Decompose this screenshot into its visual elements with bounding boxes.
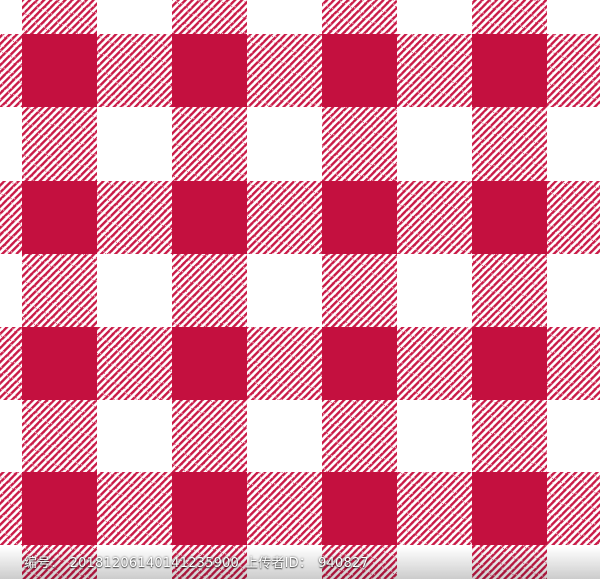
solid-check-square (472, 34, 547, 107)
watermark-logo (435, 124, 455, 155)
solid-check-square (22, 181, 97, 254)
watermark-logo (285, 272, 305, 303)
gingham-pattern (0, 0, 600, 579)
solid-check-square (322, 34, 397, 107)
watermark-dot (142, 436, 150, 444)
solid-check-square (322, 327, 397, 400)
watermark-logo (435, 420, 455, 451)
uploader-value: 940827 (318, 556, 369, 571)
watermark-flame-shape (579, 272, 599, 303)
solid-check-square (172, 327, 247, 400)
watermark-dot (586, 288, 594, 296)
watermark-flame-shape (435, 124, 455, 155)
solid-check-square (322, 181, 397, 254)
solid-check-square (172, 472, 247, 545)
watermark-flame-shape (285, 272, 305, 303)
uploader-label: 上传者ID： (245, 556, 313, 571)
solid-check-square (472, 327, 547, 400)
solid-check-square (22, 327, 97, 400)
watermark-logo (135, 124, 155, 155)
id-label: 编号： (24, 556, 64, 571)
solid-check-square (322, 472, 397, 545)
solid-check-square (172, 34, 247, 107)
image-canvas: 编号： 20181206140141235900 上传者ID： 940827 (0, 0, 600, 579)
watermark-dot (292, 288, 300, 296)
watermark-dot (442, 436, 450, 444)
solid-squares (22, 34, 547, 545)
watermark-dot (142, 140, 150, 148)
solid-check-square (22, 34, 97, 107)
image-info-bar: 编号： 20181206140141235900 上传者ID： 940827 (0, 547, 600, 579)
id-value: 20181206140141235900 (69, 556, 240, 571)
image-id-line: 编号： 20181206140141235900 上传者ID： 940827 (24, 552, 375, 571)
watermark-logo (579, 272, 599, 303)
watermark-flame-shape (135, 420, 155, 451)
solid-check-square (472, 181, 547, 254)
watermark-flame-shape (435, 420, 455, 451)
watermark-flame-shape (135, 124, 155, 155)
watermark-dot (442, 140, 450, 148)
watermark-logo (135, 420, 155, 451)
solid-check-square (22, 472, 97, 545)
solid-check-square (472, 472, 547, 545)
solid-check-square (172, 181, 247, 254)
